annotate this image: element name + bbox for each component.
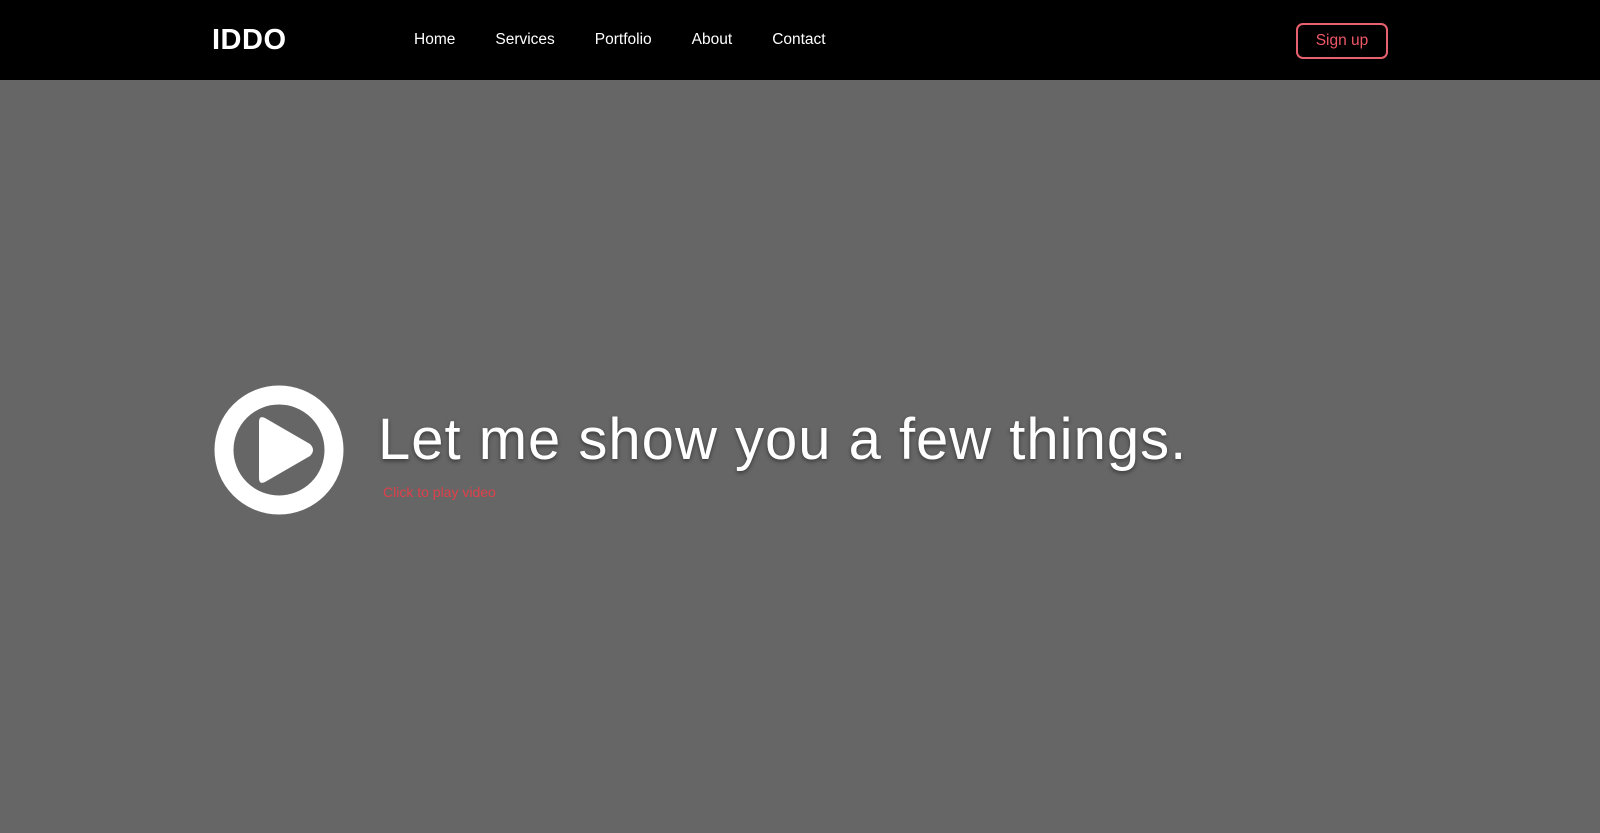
nav-item-portfolio[interactable]: Portfolio [575,20,672,60]
nav-item-about[interactable]: About [672,20,753,60]
play-video-link[interactable]: Click to play video [383,484,496,500]
nav-item-contact[interactable]: Contact [752,20,845,60]
nav-item-services[interactable]: Services [475,20,574,60]
nav-item-home[interactable]: Home [394,20,475,60]
sign-up-button[interactable]: Sign up [1296,23,1388,59]
main-nav: Home Services Portfolio About Contact [394,20,846,60]
play-circle-icon [214,385,344,515]
top-navigation-bar: IDDO Home Services Portfolio About Conta… [0,0,1600,80]
hero-video-section: Let me show you a few things. Click to p… [0,80,1600,833]
site-logo[interactable]: IDDO [212,20,287,60]
hero-headline: Let me show you a few things. [378,407,1188,472]
play-video-button[interactable] [214,385,344,515]
